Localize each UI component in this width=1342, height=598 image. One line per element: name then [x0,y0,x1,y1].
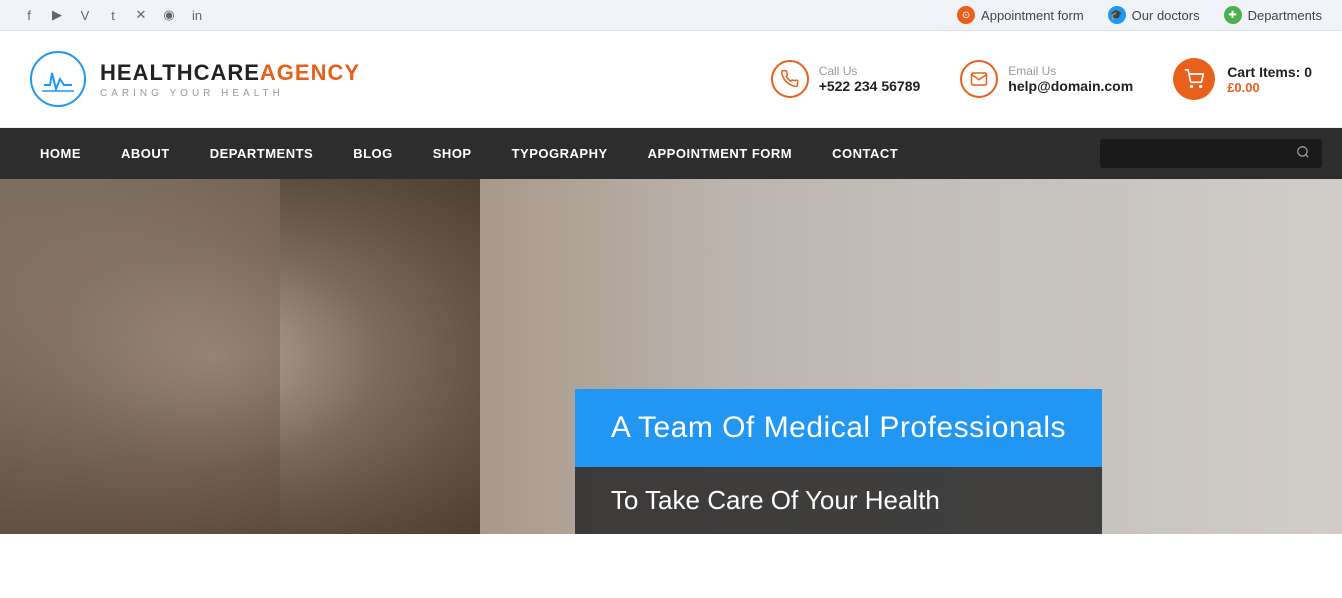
nav-search[interactable] [1100,139,1322,168]
hero-text-overlay: A Team Of Medical Professionals To Take … [575,389,1102,534]
nav-departments[interactable]: DEPARTMENTS [190,128,333,179]
instagram-icon[interactable]: ◉ [160,6,178,24]
logo-name-orange: AGENCY [260,60,360,85]
appointment-form-link[interactable]: ⊙ Appointment form [957,6,1084,24]
top-bar: f ▶ V t ✕ ◉ in ⊙ Appointment form 🎓 Our … [0,0,1342,31]
hero-face-detail [0,179,280,534]
nav-shop[interactable]: SHOP [413,128,492,179]
linkedin-icon[interactable]: in [188,6,206,24]
logo-icon [30,51,86,107]
cart-text: Cart Items: 0 £0.00 [1227,64,1312,95]
departments-icon: ✚ [1224,6,1242,24]
hero-section: A Team Of Medical Professionals To Take … [0,179,1342,534]
call-contact: Call Us +522 234 56789 [771,60,921,98]
email-contact: Email Us help@domain.com [960,60,1133,98]
nav-about[interactable]: ABOUT [101,128,190,179]
doctors-icon: 🎓 [1108,6,1126,24]
nav-typography[interactable]: TYPOGRAPHY [492,128,628,179]
call-label: Call Us [819,64,921,78]
nav-contact[interactable]: CONTACT [812,128,918,179]
email-label: Email Us [1008,64,1133,78]
nav-blog[interactable]: BLOG [333,128,413,179]
main-nav: HOME ABOUT DEPARTMENTS BLOG SHOP TYPOGRA… [0,128,1342,179]
twitter-icon[interactable]: t [104,6,122,24]
call-value: +522 234 56789 [819,78,921,94]
email-value: help@domain.com [1008,78,1133,94]
top-nav: ⊙ Appointment form 🎓 Our doctors ✚ Depar… [957,6,1322,24]
header-contacts: Call Us +522 234 56789 Email Us help@dom… [771,58,1312,100]
search-input[interactable] [1112,146,1288,161]
logo[interactable]: HEALTHCAREAGENCY CARING YOUR HEALTH [30,51,360,107]
our-doctors-link[interactable]: 🎓 Our doctors [1108,6,1200,24]
youtube-icon[interactable]: ▶ [48,6,66,24]
nav-home[interactable]: HOME [20,128,101,179]
cart-icon [1173,58,1215,100]
phone-icon [771,60,809,98]
site-header: HEALTHCAREAGENCY CARING YOUR HEALTH Call… [0,31,1342,128]
cart-label: Cart Items: 0 [1227,64,1312,80]
facebook-icon[interactable]: f [20,6,38,24]
cart-price: £0.00 [1227,80,1312,95]
hero-title: A Team Of Medical Professionals [575,389,1102,467]
search-button[interactable] [1296,145,1310,162]
vimeo-icon[interactable]: V [76,6,94,24]
nav-items: HOME ABOUT DEPARTMENTS BLOG SHOP TYPOGRA… [20,128,1100,179]
social-icons-group: f ▶ V t ✕ ◉ in [20,6,206,24]
email-info: Email Us help@domain.com [1008,64,1133,94]
nav-appointment-form[interactable]: APPOINTMENT FORM [628,128,813,179]
logo-name-black: HEALTHCARE [100,60,260,85]
logo-tagline: CARING YOUR HEALTH [100,88,360,99]
departments-label: Departments [1248,8,1322,23]
appointment-form-label: Appointment form [981,8,1084,23]
logo-text: HEALTHCAREAGENCY CARING YOUR HEALTH [100,60,360,99]
call-info: Call Us +522 234 56789 [819,64,921,94]
our-doctors-label: Our doctors [1132,8,1200,23]
xing-icon[interactable]: ✕ [132,6,150,24]
hero-subtitle: To Take Care Of Your Health [575,467,1102,534]
appointment-icon: ⊙ [957,6,975,24]
cart[interactable]: Cart Items: 0 £0.00 [1173,58,1312,100]
departments-link[interactable]: ✚ Departments [1224,6,1322,24]
email-icon [960,60,998,98]
